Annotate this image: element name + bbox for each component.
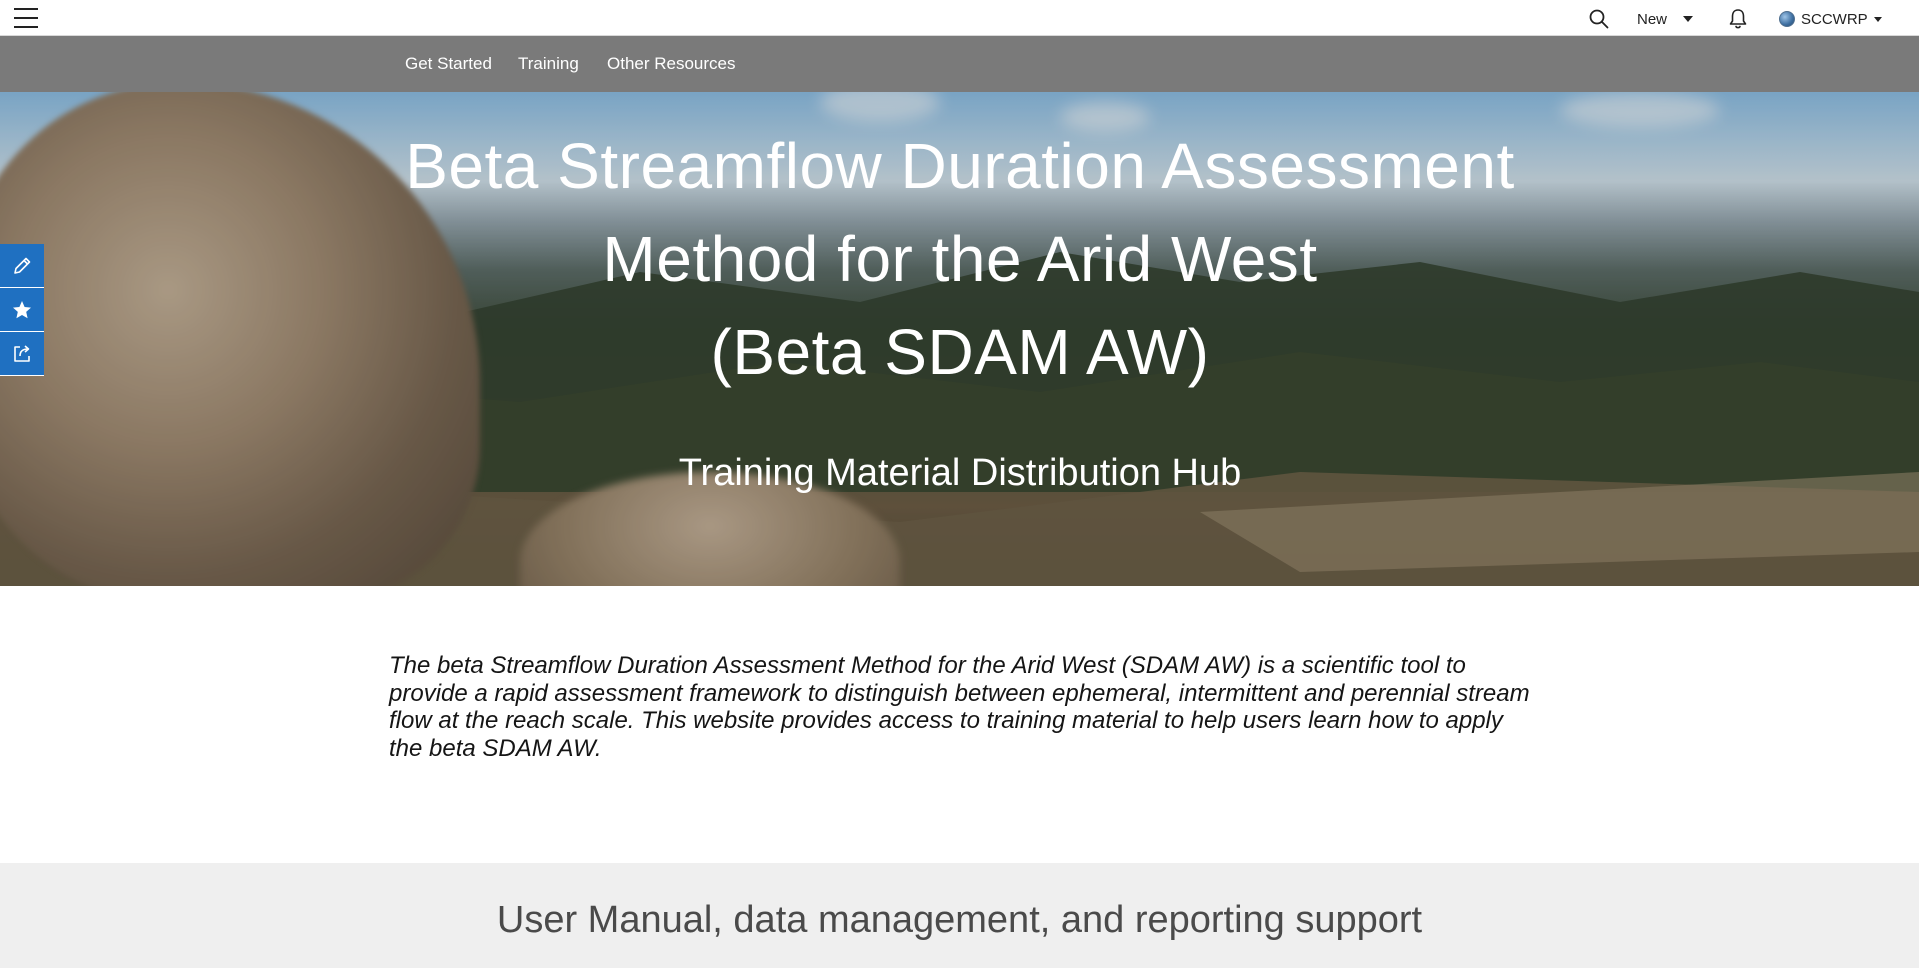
- pencil-icon: [14, 257, 31, 274]
- caret-down-icon: [1683, 16, 1694, 22]
- new-dropdown[interactable]: New: [1637, 9, 1694, 29]
- nav-training[interactable]: Training: [518, 54, 579, 74]
- menu-icon[interactable]: [14, 7, 38, 29]
- side-toolbar: [0, 244, 44, 376]
- favorite-button[interactable]: [0, 288, 44, 332]
- edit-button[interactable]: [0, 244, 44, 288]
- user-menu[interactable]: SCCWRP: [1779, 9, 1882, 29]
- globe-icon: [1779, 11, 1795, 27]
- hero-banner: Beta Streamflow Duration Assessment Meth…: [0, 92, 1919, 586]
- hero-subtitle: Training Material Distribution Hub: [678, 452, 1242, 494]
- new-label: New: [1637, 10, 1668, 28]
- bell-icon[interactable]: [1728, 8, 1748, 30]
- user-label: SCCWRP: [1801, 10, 1868, 28]
- share-icon: [14, 344, 30, 362]
- section-title: User Manual, data management, and report…: [496, 899, 1423, 941]
- star-icon: [13, 300, 31, 318]
- search-icon[interactable]: [1588, 8, 1610, 30]
- caret-down-icon: [1873, 16, 1882, 22]
- intro-text: The beta Streamflow Duration Assessment …: [389, 652, 1530, 762]
- nav-get-started[interactable]: Get Started: [405, 54, 492, 74]
- page-title: Beta Streamflow Duration Assessment Meth…: [405, 130, 1515, 388]
- share-button[interactable]: [0, 332, 44, 376]
- site-nav: Get Started Training Other Resources: [0, 36, 1919, 92]
- top-bar: New SCCWRP: [0, 0, 1919, 36]
- nav-other-resources[interactable]: Other Resources: [607, 54, 736, 74]
- section-band: User Manual, data management, and report…: [0, 863, 1919, 968]
